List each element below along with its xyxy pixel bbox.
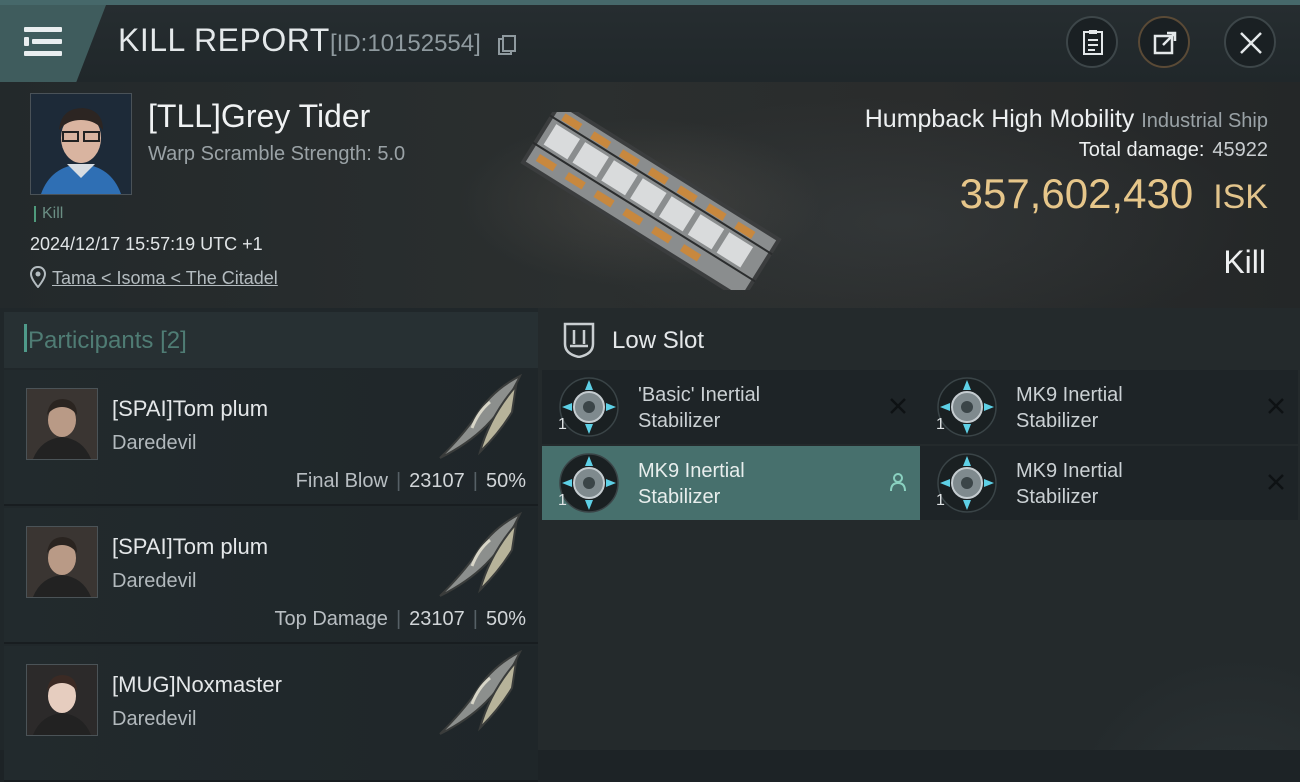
total-damage: Total damage: 45922 (1079, 139, 1268, 162)
participants-header-accent (24, 324, 27, 352)
participant-percent: 50% (485, 470, 526, 492)
destroyed-x-icon (1268, 398, 1284, 414)
copy-icon[interactable] (498, 35, 516, 55)
module-name-line2: Stabilizer (638, 410, 721, 432)
separator: | (395, 470, 402, 492)
module-name-line1: MK9 Inertial (638, 460, 745, 482)
module-icon (937, 377, 997, 437)
participant-row[interactable]: [SPAI]Tom plum Daredevil Final Blow | 23107 |… (4, 370, 538, 506)
low-slot-item[interactable]: 1 'Basic' Inertial Stabilizer (542, 370, 920, 444)
module-name: MK9 Inertial Stabilizer (638, 458, 858, 510)
participant-avatar[interactable] (26, 388, 98, 460)
module-quantity: 1 (558, 416, 567, 433)
participants-count: [2] (160, 327, 187, 354)
isk-unit: ISK (1213, 178, 1268, 216)
participant-avatar[interactable] (26, 664, 98, 736)
separator: | (472, 608, 478, 630)
location-pin-icon (30, 266, 46, 288)
participant-ship: Daredevil (112, 432, 197, 454)
module-icon (937, 453, 997, 513)
total-damage-value: 45922 (1212, 139, 1268, 161)
menu-icon (24, 27, 62, 59)
participant-percent: 50% (485, 608, 526, 630)
participant-ship-image (439, 511, 523, 597)
kill-tag: Kill (34, 206, 63, 222)
ship-name-text: Humpback High Mobility (864, 105, 1135, 133)
participant-damage: 23107 (409, 470, 465, 492)
low-slot-icon (563, 322, 595, 358)
total-damage-label: Total damage: (1078, 139, 1205, 161)
share-button[interactable] (1138, 16, 1190, 68)
participants-title: Participants [2] (28, 327, 187, 355)
isk-value: 357,602,430 ISK (960, 170, 1268, 218)
module-name-line1: MK9 Inertial (1016, 460, 1123, 482)
module-quantity: 1 (558, 492, 567, 509)
isk-amount: 357,602,430 (959, 170, 1194, 217)
page-title: KILL REPORT (118, 22, 330, 58)
clipboard-icon (1083, 30, 1103, 55)
participant-damage: 23107 (409, 608, 465, 630)
module-icon (559, 377, 619, 437)
low-slot-item[interactable]: 1 MK9 Inertial Stabilizer (920, 446, 1298, 520)
module-name-line1: MK9 Inertial (1016, 384, 1123, 406)
ship-class: Industrial Ship (1141, 110, 1268, 132)
low-slot-title: Low Slot (612, 327, 705, 354)
module-name-line2: Stabilizer (638, 486, 721, 508)
participant-avatar[interactable] (26, 526, 98, 598)
participant-name[interactable]: [SPAI]Tom plum (112, 534, 268, 560)
low-slot-item[interactable]: 1 MK9 Inertial Stabilizer (542, 446, 920, 520)
kill-result: Kill (1223, 244, 1266, 280)
kill-id: [ID:10152554] (330, 30, 481, 57)
separator: | (395, 608, 402, 630)
participant-ship: Daredevil (112, 570, 197, 592)
module-quantity: 1 (936, 492, 945, 509)
location-link[interactable]: Tama < Isoma < The Citadel (52, 268, 278, 289)
module-icon (559, 453, 619, 513)
share-icon (1153, 31, 1177, 55)
person-icon (890, 473, 906, 492)
destroyed-x-icon (890, 398, 906, 414)
participant-row[interactable]: [SPAI]Tom plum Daredevil Top Damage | 23107 |… (4, 508, 538, 644)
ship-image (520, 112, 782, 290)
warp-scramble-strength: Warp Scramble Strength: 5.0 (148, 143, 406, 165)
victim-portrait[interactable] (30, 93, 132, 195)
close-icon (1240, 32, 1262, 54)
low-slot-item[interactable]: 1 MK9 Inertial Stabilizer (920, 370, 1298, 444)
participant-row[interactable]: [MUG]Noxmaster Daredevil (4, 646, 538, 782)
module-name: MK9 Inertial Stabilizer (1016, 382, 1236, 434)
participant-name[interactable]: [MUG]Noxmaster (112, 672, 282, 698)
victim-name[interactable]: [TLL]Grey Tider (148, 98, 370, 135)
participant-stats: Top Damage | 23107 | 50% (275, 608, 526, 631)
module-name: 'Basic' Inertial Stabilizer (638, 382, 858, 434)
module-name-line2: Stabilizer (1016, 486, 1099, 508)
close-button[interactable] (1224, 16, 1276, 68)
participants-title-text: Participants (28, 327, 154, 354)
participant-stats: Final Blow | 23107 | 50% (296, 470, 526, 493)
clipboard-button[interactable] (1066, 16, 1118, 68)
participant-ship-image (439, 373, 523, 459)
ship-name[interactable]: Humpback High Mobility Industrial Ship (865, 105, 1268, 134)
participant-ship-image (439, 649, 523, 735)
destroyed-x-icon (1268, 474, 1284, 490)
module-name-line1: 'Basic' Inertial (638, 384, 761, 406)
module-name-line2: Stabilizer (1016, 410, 1099, 432)
participant-ship: Daredevil (112, 708, 197, 730)
participant-stat-label: Top Damage (274, 608, 388, 630)
separator: | (472, 470, 478, 492)
module-name: MK9 Inertial Stabilizer (1016, 458, 1236, 510)
kill-timestamp: 2024/12/17 15:57:19 UTC +1 (30, 234, 263, 254)
participant-stat-label: Final Blow (295, 470, 388, 492)
module-quantity: 1 (936, 416, 945, 433)
participant-name[interactable]: [SPAI]Tom plum (112, 396, 268, 422)
